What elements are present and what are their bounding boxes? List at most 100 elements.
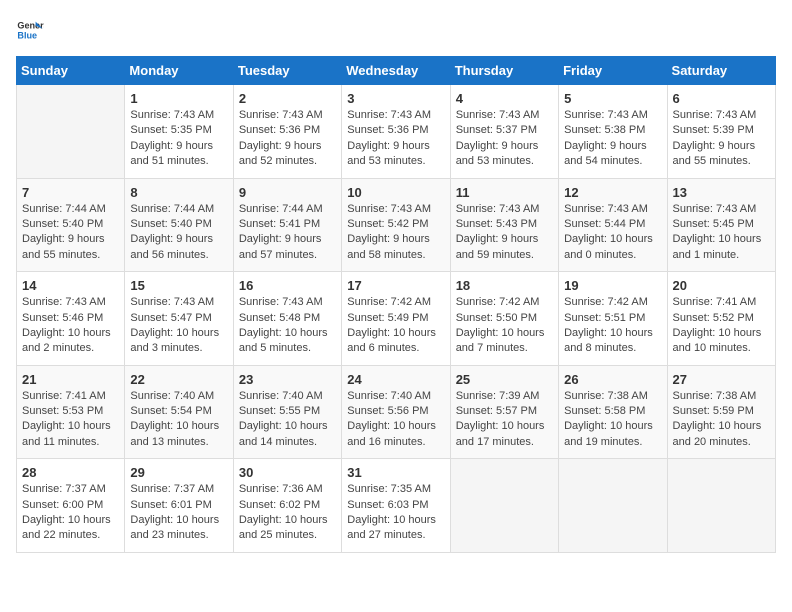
calendar-table: SundayMondayTuesdayWednesdayThursdayFrid… <box>16 56 776 553</box>
calendar-cell <box>450 459 558 553</box>
calendar-cell: 20 Sunrise: 7:41 AMSunset: 5:52 PMDayligh… <box>667 272 775 366</box>
day-number: 3 <box>347 91 444 106</box>
calendar-cell: 3 Sunrise: 7:43 AMSunset: 5:36 PMDaylight… <box>342 85 450 179</box>
calendar-cell: 4 Sunrise: 7:43 AMSunset: 5:37 PMDaylight… <box>450 85 558 179</box>
calendar-cell: 7Sunrise: 7:44 AMSunset: 5:40 PMDaylight… <box>17 178 125 272</box>
day-number: 1 <box>130 91 227 106</box>
day-number: 6 <box>673 91 770 106</box>
day-info: Sunrise: 7:38 AMSunset: 5:58 PMDaylight:… <box>564 389 661 451</box>
calendar-cell: 6 Sunrise: 7:43 AMSunset: 5:39 PMDaylight… <box>667 85 775 179</box>
svg-text:General: General <box>17 21 44 31</box>
weekday-header-tuesday: Tuesday <box>233 57 341 85</box>
day-info: Sunrise: 7:43 AMSunset: 5:35 PMDaylight:… <box>130 108 227 170</box>
calendar-cell: 27 Sunrise: 7:38 AMSunset: 5:59 PMDayligh… <box>667 365 775 459</box>
day-info: Sunrise: 7:42 AMSunset: 5:49 PMDaylight:… <box>347 295 444 357</box>
day-number: 31 <box>347 465 444 480</box>
day-info: Sunrise: 7:42 AMSunset: 5:51 PMDaylight:… <box>564 295 661 357</box>
day-info: Sunrise: 7:43 AMSunset: 5:43 PMDaylight:… <box>456 202 553 264</box>
day-number: 15 <box>130 278 227 293</box>
logo: General Blue <box>16 16 48 44</box>
calendar-cell: 14 Sunrise: 7:43 AMSunset: 5:46 PMDayligh… <box>17 272 125 366</box>
day-number: 24 <box>347 372 444 387</box>
calendar-cell: 15 Sunrise: 7:43 AMSunset: 5:47 PMDayligh… <box>125 272 233 366</box>
calendar-cell: 22Sunrise: 7:40 AMSunset: 5:54 PMDayligh… <box>125 365 233 459</box>
calendar-cell: 17Sunrise: 7:42 AMSunset: 5:49 PMDayligh… <box>342 272 450 366</box>
day-number: 9 <box>239 185 336 200</box>
calendar-cell: 19 Sunrise: 7:42 AMSunset: 5:51 PMDayligh… <box>559 272 667 366</box>
day-info: Sunrise: 7:43 AMSunset: 5:37 PMDaylight:… <box>456 108 553 170</box>
svg-text:Blue: Blue <box>17 30 37 40</box>
logo-icon: General Blue <box>16 16 44 44</box>
week-row-5: 28Sunrise: 7:37 AMSunset: 6:00 PMDayligh… <box>17 459 776 553</box>
day-info: Sunrise: 7:41 AMSunset: 5:52 PMDaylight:… <box>673 295 770 357</box>
day-number: 5 <box>564 91 661 106</box>
day-number: 4 <box>456 91 553 106</box>
calendar-cell <box>559 459 667 553</box>
calendar-cell: 30 Sunrise: 7:36 AMSunset: 6:02 PMDayligh… <box>233 459 341 553</box>
weekday-header-wednesday: Wednesday <box>342 57 450 85</box>
calendar-cell: 23 Sunrise: 7:40 AMSunset: 5:55 PMDayligh… <box>233 365 341 459</box>
day-number: 20 <box>673 278 770 293</box>
day-info: Sunrise: 7:43 AMSunset: 5:42 PMDaylight:… <box>347 202 444 264</box>
calendar-cell: 28Sunrise: 7:37 AMSunset: 6:00 PMDayligh… <box>17 459 125 553</box>
day-number: 26 <box>564 372 661 387</box>
day-number: 7 <box>22 185 119 200</box>
day-number: 13 <box>673 185 770 200</box>
week-row-3: 14 Sunrise: 7:43 AMSunset: 5:46 PMDayligh… <box>17 272 776 366</box>
calendar-cell <box>667 459 775 553</box>
day-number: 30 <box>239 465 336 480</box>
calendar-cell: 31Sunrise: 7:35 AMSunset: 6:03 PMDayligh… <box>342 459 450 553</box>
calendar-cell <box>17 85 125 179</box>
weekday-header-saturday: Saturday <box>667 57 775 85</box>
week-row-4: 21Sunrise: 7:41 AMSunset: 5:53 PMDayligh… <box>17 365 776 459</box>
calendar-cell: 9Sunrise: 7:44 AMSunset: 5:41 PMDaylight… <box>233 178 341 272</box>
weekday-header-thursday: Thursday <box>450 57 558 85</box>
day-info: Sunrise: 7:43 AMSunset: 5:39 PMDaylight:… <box>673 108 770 170</box>
day-number: 8 <box>130 185 227 200</box>
calendar-cell: 18 Sunrise: 7:42 AMSunset: 5:50 PMDayligh… <box>450 272 558 366</box>
day-number: 12 <box>564 185 661 200</box>
day-info: Sunrise: 7:42 AMSunset: 5:50 PMDaylight:… <box>456 295 553 357</box>
calendar-cell: 26 Sunrise: 7:38 AMSunset: 5:58 PMDayligh… <box>559 365 667 459</box>
calendar-cell: 11 Sunrise: 7:43 AMSunset: 5:43 PMDayligh… <box>450 178 558 272</box>
calendar-cell: 29Sunrise: 7:37 AMSunset: 6:01 PMDayligh… <box>125 459 233 553</box>
day-info: Sunrise: 7:43 AMSunset: 5:38 PMDaylight:… <box>564 108 661 170</box>
week-row-1: 1 Sunrise: 7:43 AMSunset: 5:35 PMDaylight… <box>17 85 776 179</box>
calendar-cell: 16Sunrise: 7:43 AMSunset: 5:48 PMDayligh… <box>233 272 341 366</box>
weekday-header-row: SundayMondayTuesdayWednesdayThursdayFrid… <box>17 57 776 85</box>
weekday-header-sunday: Sunday <box>17 57 125 85</box>
day-number: 27 <box>673 372 770 387</box>
day-info: Sunrise: 7:43 AMSunset: 5:36 PMDaylight:… <box>347 108 444 170</box>
day-info: Sunrise: 7:44 AMSunset: 5:40 PMDaylight:… <box>130 202 227 264</box>
day-number: 23 <box>239 372 336 387</box>
day-info: Sunrise: 7:36 AMSunset: 6:02 PMDaylight:… <box>239 482 336 544</box>
day-number: 16 <box>239 278 336 293</box>
day-number: 2 <box>239 91 336 106</box>
calendar-cell: 12 Sunrise: 7:43 AMSunset: 5:44 PMDayligh… <box>559 178 667 272</box>
calendar-cell: 8 Sunrise: 7:44 AMSunset: 5:40 PMDaylight… <box>125 178 233 272</box>
day-number: 21 <box>22 372 119 387</box>
day-number: 19 <box>564 278 661 293</box>
day-info: Sunrise: 7:43 AMSunset: 5:44 PMDaylight:… <box>564 202 661 264</box>
calendar-cell: 24 Sunrise: 7:40 AMSunset: 5:56 PMDayligh… <box>342 365 450 459</box>
calendar-cell: 13Sunrise: 7:43 AMSunset: 5:45 PMDayligh… <box>667 178 775 272</box>
week-row-2: 7 Sunrise: 7:44 AMSunset: 5:40 PMDaylight… <box>17 178 776 272</box>
day-number: 18 <box>456 278 553 293</box>
day-info: Sunrise: 7:43 AMSunset: 5:46 PMDaylight:… <box>22 295 119 357</box>
day-info: Sunrise: 7:40 AMSunset: 5:55 PMDaylight:… <box>239 389 336 451</box>
day-info: Sunrise: 7:43 AMSunset: 5:36 PMDaylight:… <box>239 108 336 170</box>
day-info: Sunrise: 7:40 AMSunset: 5:56 PMDaylight:… <box>347 389 444 451</box>
calendar-cell: 10Sunrise: 7:43 AMSunset: 5:42 PMDayligh… <box>342 178 450 272</box>
day-number: 14 <box>22 278 119 293</box>
day-number: 25 <box>456 372 553 387</box>
page-header: General Blue <box>16 16 776 44</box>
day-info: Sunrise: 7:38 AMSunset: 5:59 PMDaylight:… <box>673 389 770 451</box>
day-number: 22 <box>130 372 227 387</box>
day-number: 11 <box>456 185 553 200</box>
calendar-cell: 1 Sunrise: 7:43 AMSunset: 5:35 PMDaylight… <box>125 85 233 179</box>
day-number: 28 <box>22 465 119 480</box>
weekday-header-friday: Friday <box>559 57 667 85</box>
calendar-cell: 2 Sunrise: 7:43 AMSunset: 5:36 PMDaylight… <box>233 85 341 179</box>
day-info: Sunrise: 7:43 AMSunset: 5:47 PMDaylight:… <box>130 295 227 357</box>
calendar-cell: 5 Sunrise: 7:43 AMSunset: 5:38 PMDaylight… <box>559 85 667 179</box>
